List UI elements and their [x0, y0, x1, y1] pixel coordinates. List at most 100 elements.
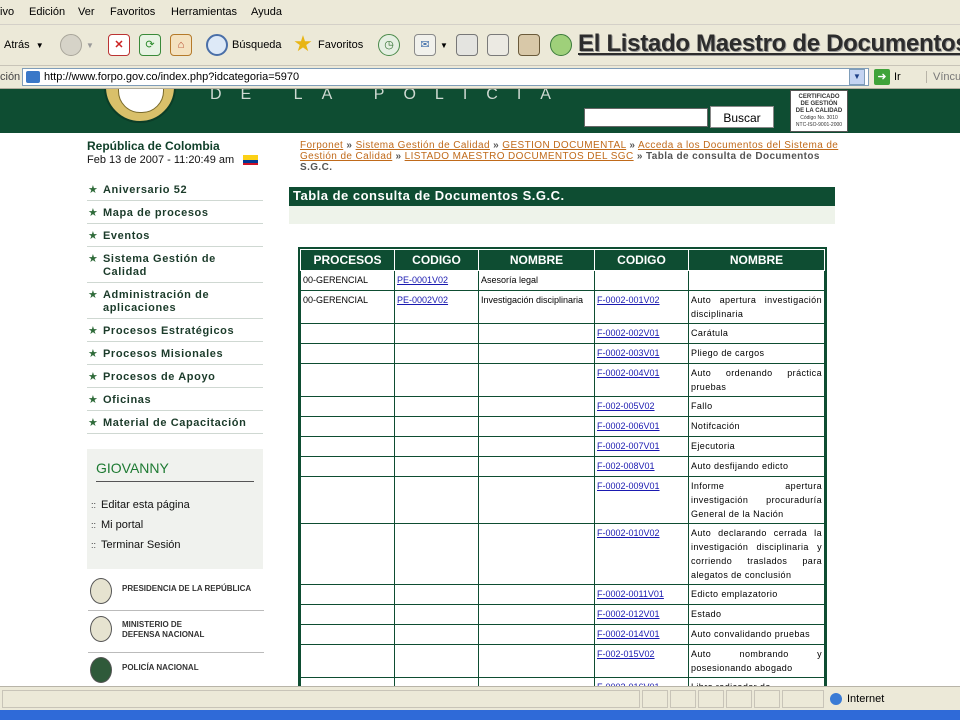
history-button[interactable]: ◷: [378, 33, 404, 57]
star-bullet-icon: ★: [88, 184, 98, 196]
table-row: F-002-008V01 Auto desfijando edicto: [300, 456, 825, 477]
cell-proceso: [300, 624, 395, 645]
menu-favoritos[interactable]: Favoritos: [110, 6, 155, 18]
sidebar-item-label: Procesos Estratégicos: [103, 325, 235, 337]
home-button[interactable]: ⌂: [170, 33, 196, 57]
cell-proceso: [300, 396, 395, 417]
cell-codigo-formato: F-002-015V02: [594, 644, 689, 678]
forward-button[interactable]: ▼: [60, 33, 94, 57]
cell-nombre-formato: Edicto emplazatorio: [688, 584, 825, 605]
sidebar-item-eventos[interactable]: ★ Eventos: [87, 228, 263, 247]
mail-button[interactable]: ✉ ▼: [414, 33, 448, 57]
refresh-button[interactable]: ⟳: [139, 33, 165, 57]
cell-nombre: Asesoría legal: [478, 270, 595, 291]
sidebar-item-capacitacion[interactable]: ★ Material de Capacitación: [87, 415, 263, 434]
edit-icon: [487, 34, 509, 56]
sidebar-item-misionales[interactable]: ★ Procesos Misionales: [87, 346, 263, 365]
site-search-button[interactable]: Buscar: [710, 106, 774, 128]
cell-codigo-formato: [594, 270, 689, 291]
logout-link[interactable]: :: Terminar Sesión: [91, 539, 181, 551]
format-code-link[interactable]: F-0002-001V02: [597, 295, 660, 305]
format-code-link[interactable]: F-0002-009V01: [597, 481, 660, 491]
institution-label: PRESIDENCIA DE LA REPÚBLICA: [122, 584, 252, 593]
address-input[interactable]: http://www.forpo.gov.co/index.php?idcate…: [22, 68, 869, 86]
format-code-link[interactable]: F-0002-0011V01: [597, 589, 664, 599]
police-crest-logo: [104, 89, 176, 123]
research-button[interactable]: [518, 33, 544, 57]
format-code-link[interactable]: F-0002-010V02: [597, 528, 660, 538]
cell-nombre: [478, 476, 595, 524]
refresh-icon: ⟳: [139, 34, 161, 56]
police-seal-icon: [90, 657, 112, 683]
print-button[interactable]: [456, 33, 482, 57]
sidebar-item-apoyo[interactable]: ★ Procesos de Apoyo: [87, 369, 263, 388]
format-code-link[interactable]: F-0002-007V01: [597, 441, 660, 451]
edit-button[interactable]: [487, 33, 513, 57]
cert-code: Código No. 3010: [800, 115, 838, 121]
favorites-button[interactable]: ★ Favoritos: [292, 33, 363, 57]
cell-codigo: PE-0002V02: [394, 290, 479, 324]
table-row: F-0002-002V01 Carátula: [300, 323, 825, 344]
star-icon: ★: [293, 31, 313, 56]
breadcrumb-forponet[interactable]: Forponet: [300, 140, 343, 151]
format-code-link[interactable]: F-0002-003V01: [597, 348, 660, 358]
table-row: F-0002-006V01 Notifcación: [300, 416, 825, 437]
format-code-link[interactable]: F-0002-004V01: [597, 368, 660, 378]
forward-dropdown-icon[interactable]: ▼: [86, 41, 94, 50]
institution-label: MINISTERIO DE DEFENSA NACIONAL: [122, 620, 205, 639]
breadcrumb-gestion-documental[interactable]: GESTION DOCUMENTAL: [502, 140, 626, 151]
breadcrumb-listado-maestro[interactable]: LISTADO MAESTRO DOCUMENTOS DEL SGC: [405, 151, 634, 162]
cell-proceso: [300, 436, 395, 457]
format-code-link[interactable]: F-0002-002V01: [597, 328, 660, 338]
toolbar: Atrás ▼ ▼ ✕ ⟳ ⌂ Búsqueda ★ Favoritos ◷ ✉…: [0, 25, 960, 66]
mail-dropdown-icon[interactable]: ▼: [440, 41, 448, 50]
format-code-link[interactable]: F-0002-014V01: [597, 629, 660, 639]
sidebar-item-sistema-gestion[interactable]: ★ Sistema Gestión de Calidad: [87, 251, 263, 283]
institution-policia[interactable]: POLICÍA NACIONAL: [88, 655, 264, 686]
star-bullet-icon: ★: [88, 253, 98, 265]
bullet-icon: ::: [91, 540, 97, 550]
page-title: Tabla de consulta de Documentos S.G.C.: [289, 187, 835, 206]
table-row: F-0002-012V01 Estado: [300, 604, 825, 625]
format-code-link[interactable]: F-0002-012V01: [597, 609, 660, 619]
links-label[interactable]: Víncul: [926, 71, 960, 83]
sidebar-item-administracion[interactable]: ★ Administración de aplicaciones: [87, 287, 263, 319]
institution-presidencia[interactable]: PRESIDENCIA DE LA REPÚBLICA: [88, 576, 264, 611]
menu-edicion[interactable]: Edición: [29, 6, 65, 18]
sidebar-item-estrategicos[interactable]: ★ Procesos Estratégicos: [87, 323, 263, 342]
menu-herramientas[interactable]: Herramientas: [171, 6, 237, 18]
sidebar-item-mapa-procesos[interactable]: ★ Mapa de procesos: [87, 205, 263, 224]
star-bullet-icon: ★: [88, 289, 98, 301]
breadcrumb-sistema-gestion[interactable]: Sistema Gestión de Calidad: [356, 140, 490, 151]
go-button[interactable]: ➜ Ir: [874, 69, 901, 85]
format-code-link[interactable]: F-002-015V02: [597, 649, 655, 659]
search-button[interactable]: Búsqueda: [206, 33, 282, 57]
back-button[interactable]: Atrás ▼: [4, 33, 44, 57]
my-portal-link[interactable]: :: Mi portal: [91, 519, 143, 531]
sidebar-item-aniversario[interactable]: ★ Aniversario 52: [87, 182, 263, 201]
document-code-link[interactable]: PE-0002V02: [397, 295, 448, 305]
address-label: ción: [0, 71, 21, 83]
menu-archivo[interactable]: ivo: [0, 6, 14, 18]
format-code-link[interactable]: F-002-008V01: [597, 461, 655, 471]
sidebar-item-oficinas[interactable]: ★ Oficinas: [87, 392, 263, 411]
search-label: Búsqueda: [232, 39, 282, 51]
address-dropdown-icon[interactable]: ▼: [849, 69, 865, 85]
edit-page-link[interactable]: :: Editar esta página: [91, 499, 190, 511]
taskbar: [0, 710, 960, 720]
document-code-link[interactable]: PE-0001V02: [397, 275, 448, 285]
cell-codigo-formato: F-0002-002V01: [594, 323, 689, 344]
site-search-input[interactable]: [584, 108, 708, 127]
menu-ayuda[interactable]: Ayuda: [251, 6, 282, 18]
zone-label: Internet: [847, 693, 885, 705]
format-code-link[interactable]: F-0002-006V01: [597, 421, 660, 431]
messenger-button[interactable]: [550, 33, 576, 57]
format-code-link[interactable]: F-002-005V02: [597, 401, 655, 411]
cell-codigo: [394, 436, 479, 457]
cell-codigo: [394, 624, 479, 645]
institution-ministerio[interactable]: MINISTERIO DE DEFENSA NACIONAL: [88, 614, 264, 653]
menu-ver[interactable]: Ver: [78, 6, 95, 18]
cell-proceso: [300, 604, 395, 625]
back-dropdown-icon[interactable]: ▼: [36, 41, 44, 50]
stop-button[interactable]: ✕: [108, 33, 134, 57]
